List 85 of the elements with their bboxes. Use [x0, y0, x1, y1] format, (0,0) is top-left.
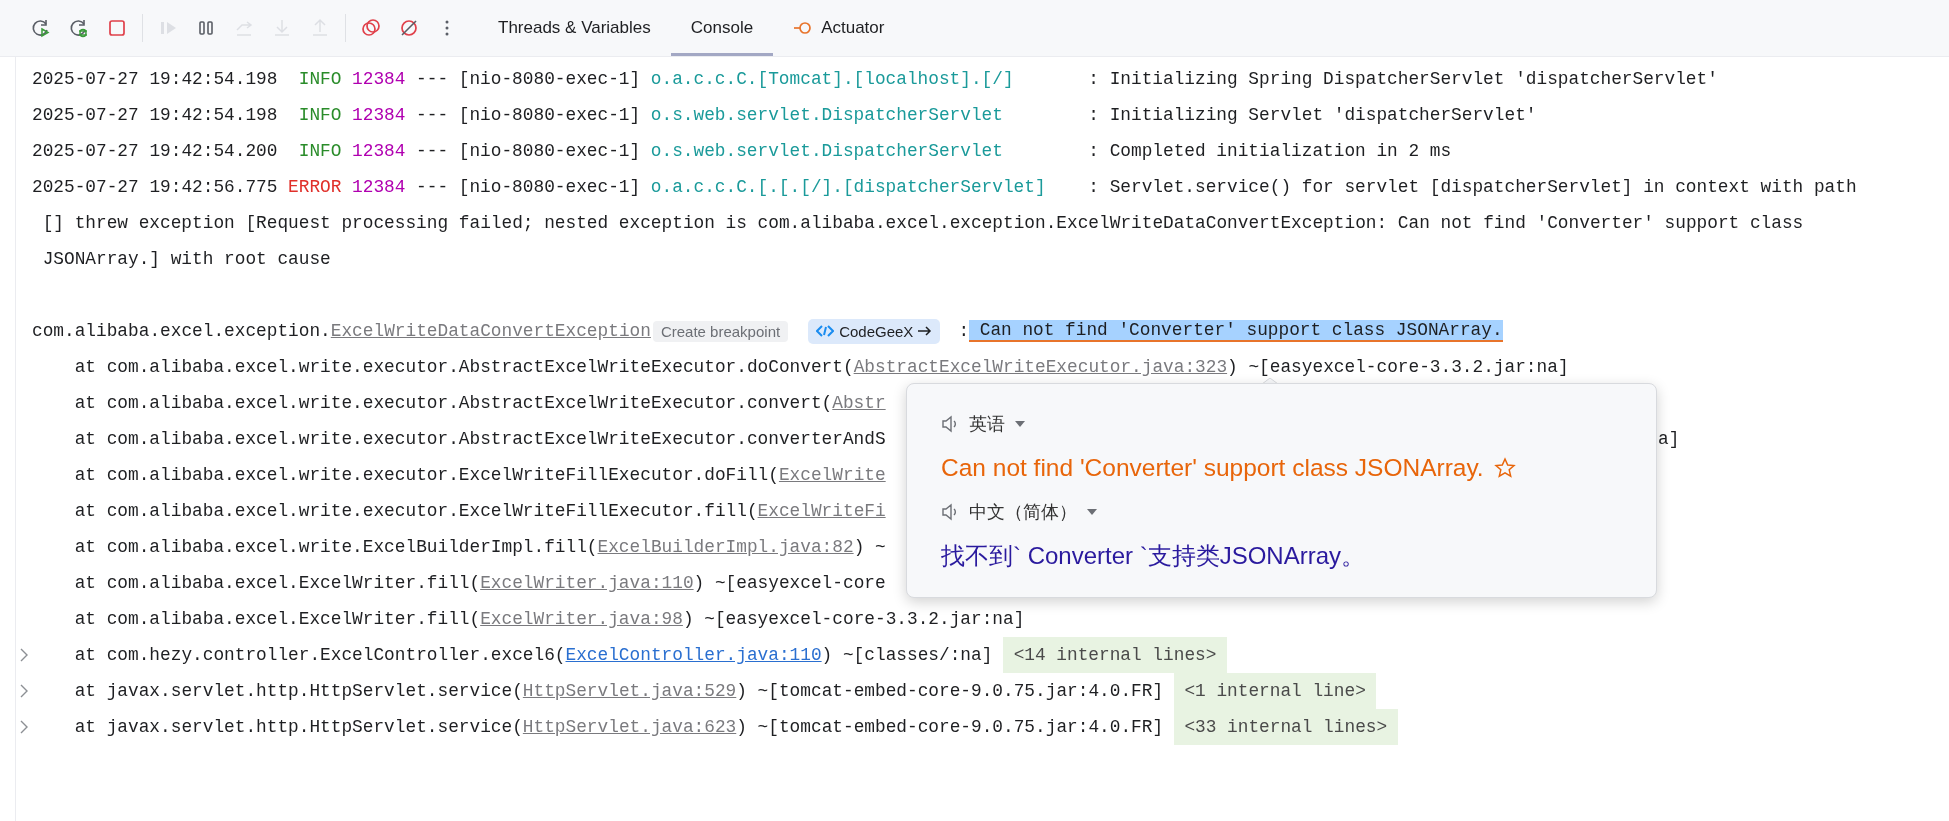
stack-frame-location: ) ~[tomcat-embed-core-9.0.75.jar:4.0.FR]: [736, 681, 1164, 701]
log-message: JSONArray.] with root cause: [42, 249, 331, 269]
speaker-icon[interactable]: [941, 503, 959, 521]
chevron-right-icon[interactable]: [20, 648, 28, 662]
separator-text: :: [958, 321, 970, 341]
stack-frame-text: at javax.servlet.http.HttpServlet.service(: [74, 681, 523, 701]
separator-text: ---: [416, 177, 449, 197]
log-level: INFO: [297, 69, 342, 89]
timestamp: 2025-07-27 19:42:56.775: [32, 177, 278, 197]
create-breakpoint-hint[interactable]: Create breakpoint: [652, 320, 789, 342]
internal-lines-badge[interactable]: <1 internal line>: [1173, 673, 1377, 709]
source-link[interactable]: AbstractExcelWriteExecutor.java:323: [853, 357, 1228, 377]
stack-frame-location: ) ~[easyexcel-core-3.3.2.jar:na]: [682, 609, 1025, 629]
log-message: : Initializing Servlet 'dispatcherServlet': [1088, 105, 1537, 125]
stack-frame-text: at com.alibaba.excel.ExcelWriter.fill(: [74, 573, 481, 593]
stack-frame-text: at com.hezy.controller.ExcelController.excel6(: [74, 645, 566, 665]
stack-frame-location: ) ~[classes/:na]: [821, 645, 993, 665]
separator-text: ---: [416, 69, 449, 89]
tab[interactable]: Actuator: [773, 0, 905, 56]
thread-name: [nio-8080-exec-1]: [458, 141, 641, 161]
stack-frame-location: ) ~: [853, 537, 886, 557]
stack-frame-text: at com.alibaba.excel.write.executor.ExcelWriteFillExecutor.fill(: [74, 501, 758, 521]
log-level: ERROR: [288, 177, 342, 197]
timestamp: 2025-07-27 19:42:54.200: [32, 141, 278, 161]
chevron-right-icon[interactable]: [20, 720, 28, 734]
internal-lines-badge[interactable]: <14 internal lines>: [1003, 637, 1228, 673]
codegeex-button[interactable]: CodeGeeX: [808, 318, 941, 344]
target-language[interactable]: 中文（简体）: [969, 500, 1077, 524]
stack-frame-text: at com.alibaba.excel.write.ExcelBuilderImpl.fill(: [74, 537, 598, 557]
source-language[interactable]: 英语: [969, 412, 1005, 436]
timestamp: 2025-07-27 19:42:54.198: [32, 69, 278, 89]
stack-frame-location: ) ~[easyexcel-core-3.3.2.jar:na]: [1227, 357, 1569, 377]
stack-frame-location: a]: [1658, 429, 1680, 449]
thread-name: [nio-8080-exec-1]: [458, 177, 641, 197]
selected-text: Can not find 'Converter' support class JSONArray.: [969, 320, 1503, 342]
process-id: 12384: [352, 69, 406, 89]
source-link[interactable]: HttpServlet.java:623: [522, 717, 737, 737]
source-link[interactable]: ExcelController.java:110: [565, 645, 822, 665]
logger-name: o.a.c.c.C.[.[.[/].[dispatcherServlet]: [650, 177, 1046, 197]
process-id: 12384: [352, 141, 406, 161]
caret-icon[interactable]: [1087, 509, 1097, 515]
log-level: INFO: [297, 141, 342, 161]
separator-text: ---: [416, 105, 449, 125]
chevron-right-icon[interactable]: [20, 684, 28, 698]
exception-class-link[interactable]: ExcelWriteDataConvertException: [330, 321, 651, 341]
process-id: 12384: [352, 177, 406, 197]
source-link[interactable]: ExcelWrite: [778, 465, 886, 485]
stack-frame-text: at com.alibaba.excel.write.executor.AbstractExcelWriteExecutor.convert(: [74, 393, 833, 413]
log-message: : Initializing Spring DispatcherServlet 'dispatcherServlet': [1088, 69, 1718, 89]
log-message: : Completed initialization in 2 ms: [1088, 141, 1452, 161]
logger-name: o.s.web.servlet.DispatcherServlet: [650, 141, 1003, 161]
caret-icon[interactable]: [1015, 421, 1025, 427]
source-link[interactable]: ExcelWriter.java:110: [480, 573, 694, 593]
process-id: 12384: [352, 105, 406, 125]
stack-frame-text: at javax.servlet.http.HttpServlet.service(: [74, 717, 523, 737]
translated-text: 找不到` Converter `支持类JSONArray。: [941, 541, 1366, 571]
stack-frame-location: ) ~[easyexcel-core: [693, 573, 886, 593]
thread-name: [nio-8080-exec-1]: [458, 105, 641, 125]
tab[interactable]: Threads & Variables: [478, 0, 671, 56]
stack-frame-text: at com.alibaba.excel.ExcelWriter.fill(: [74, 609, 481, 629]
logger-name: o.s.web.servlet.DispatcherServlet: [650, 105, 1003, 125]
speaker-icon[interactable]: [941, 415, 959, 433]
stack-frame-text: at com.alibaba.excel.write.executor.AbstractExcelWriteExecutor.converterAndS: [74, 429, 886, 449]
stack-frame-text: at com.alibaba.excel.write.executor.AbstractExcelWriteExecutor.doConvert(: [74, 357, 854, 377]
internal-lines-badge[interactable]: <33 internal lines>: [1173, 709, 1398, 745]
code-icon: [816, 324, 835, 338]
log-level: INFO: [297, 105, 342, 125]
source-link[interactable]: ExcelBuilderImpl.java:82: [597, 537, 854, 557]
source-link[interactable]: HttpServlet.java:529: [522, 681, 737, 701]
thread-name: [nio-8080-exec-1]: [458, 69, 641, 89]
logger-name: o.a.c.c.C.[Tomcat].[localhost].[/]: [650, 69, 1014, 89]
source-link[interactable]: ExcelWriter.java:98: [480, 609, 683, 629]
timestamp: 2025-07-27 19:42:54.198: [32, 105, 278, 125]
stack-frame-text: at com.alibaba.excel.write.executor.ExcelWriteFillExecutor.doFill(: [74, 465, 779, 485]
tab[interactable]: Console: [670, 0, 774, 56]
log-message: : Servlet.service() for servlet [dispatcherServlet] in context with path: [1088, 177, 1857, 197]
separator-text: ---: [416, 141, 449, 161]
source-link[interactable]: Abstr: [832, 393, 886, 413]
star-icon[interactable]: [1493, 457, 1516, 479]
stack-frame-location: ) ~[tomcat-embed-core-9.0.75.jar:4.0.FR]: [736, 717, 1164, 737]
exception-package: com.alibaba.excel.exception.: [32, 321, 331, 341]
source-text: Can not find 'Converter' support class JSONArray.: [941, 454, 1484, 482]
log-message: [] threw exception [Request processing failed; nested exception is com.alibaba.excel.exception.ExcelWriteDataConvertException: Can not find 'Converter' support class: [42, 213, 1804, 233]
source-link[interactable]: ExcelWriteFi: [757, 501, 886, 521]
arrow-right-icon: [918, 326, 933, 336]
